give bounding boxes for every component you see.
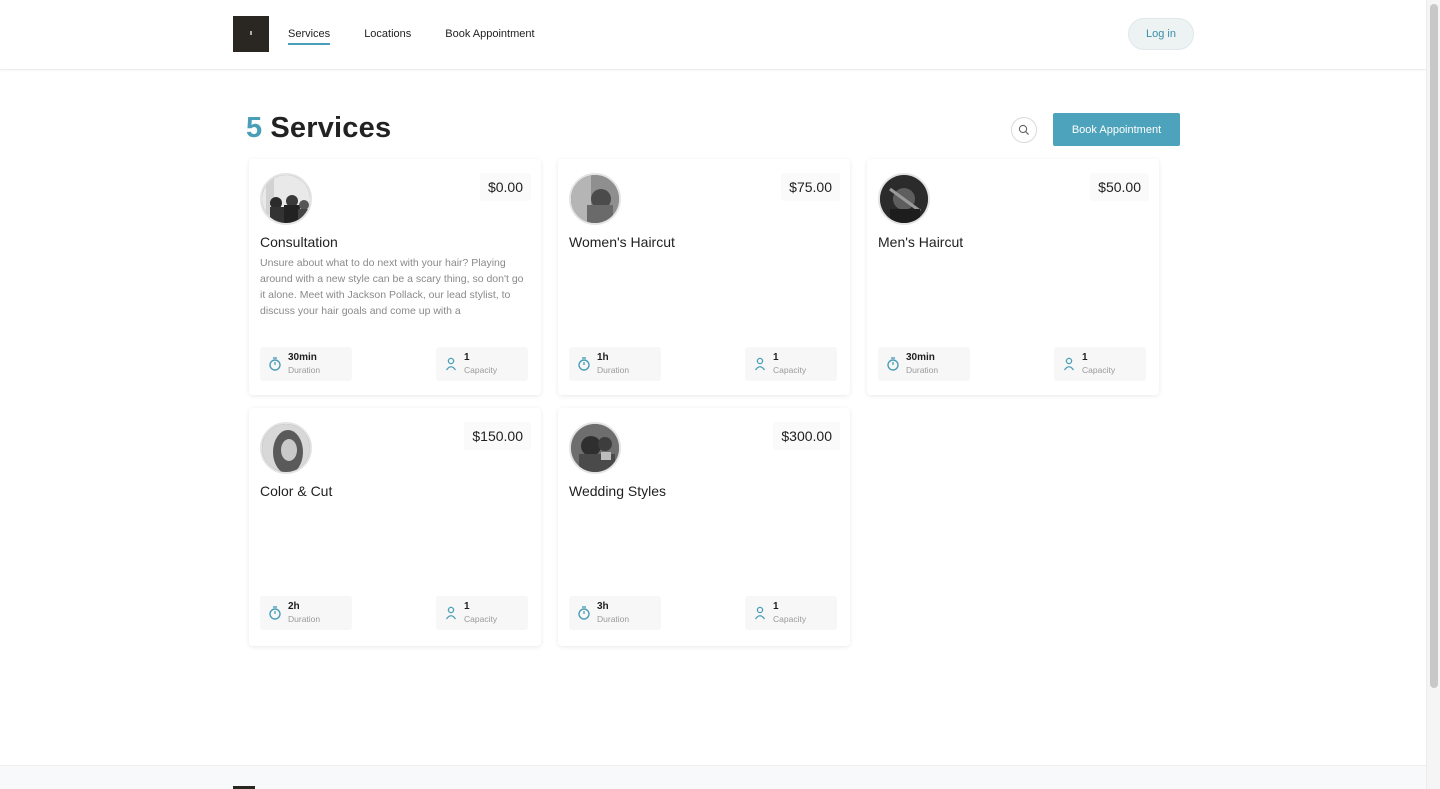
service-avatar — [569, 173, 621, 225]
search-button[interactable] — [1011, 117, 1037, 143]
capacity-label: Capacity — [773, 365, 807, 375]
page-title: 5 Services — [246, 112, 391, 145]
nav-item-locations[interactable]: Locations — [364, 27, 411, 45]
duration-label: Duration — [597, 365, 630, 375]
stopwatch-icon — [578, 357, 590, 371]
capacity-stat: 1 Capacity — [436, 596, 528, 630]
service-description: Unsure about what to do next with your h… — [260, 257, 524, 317]
footer — [0, 765, 1426, 789]
duration-stat: 2h Duration — [260, 596, 352, 630]
service-price: $75.00 — [781, 173, 840, 201]
page: Services Locations Book Appointment Log … — [0, 0, 1440, 789]
duration-stat: 1h Duration — [569, 347, 661, 381]
person-icon — [754, 357, 766, 371]
capacity-value: 1 — [773, 352, 779, 363]
page-title-text: Services — [270, 112, 392, 144]
stopwatch-icon — [578, 606, 590, 620]
logo-mark — [250, 31, 252, 35]
capacity-stat: 1 Capacity — [745, 596, 837, 630]
brand-logo[interactable] — [233, 16, 269, 52]
capacity-value: 1 — [464, 352, 470, 363]
top-navigation-bar: Services Locations Book Appointment Log … — [0, 0, 1426, 70]
duration-label: Duration — [906, 365, 939, 375]
stopwatch-icon — [269, 606, 281, 620]
nav-item-services[interactable]: Services — [288, 27, 331, 45]
service-avatar — [569, 422, 621, 474]
capacity-stat: 1 Capacity — [436, 347, 528, 381]
capacity-value: 1 — [773, 601, 779, 612]
duration-value: 2h — [288, 601, 300, 612]
service-price: $0.00 — [479, 173, 531, 201]
service-card-womens-haircut[interactable]: $75.00 Women's Haircut 1h Duration 1 Cap… — [558, 159, 850, 395]
nav-item-book-appointment[interactable]: Book Appointment — [445, 27, 534, 45]
service-avatar — [260, 173, 312, 225]
vertical-scrollbar[interactable] — [1426, 0, 1440, 789]
service-card-mens-haircut[interactable]: $50.00 Men's Haircut 30min Duration 1 Ca… — [867, 159, 1159, 395]
person-icon — [445, 357, 457, 371]
service-card-consultation[interactable]: $0.00 Consultation Unsure about what to … — [249, 159, 541, 395]
person-icon — [445, 606, 457, 620]
duration-label: Duration — [288, 614, 321, 624]
stopwatch-icon — [887, 357, 899, 371]
service-price: $150.00 — [464, 422, 531, 450]
capacity-stat: 1 Capacity — [745, 347, 837, 381]
duration-label: Duration — [288, 365, 321, 375]
duration-stat: 30min Duration — [878, 347, 970, 381]
duration-stat: 30min Duration — [260, 347, 352, 381]
service-name: Men's Haircut — [878, 234, 964, 250]
scrollbar-thumb[interactable] — [1430, 4, 1438, 688]
capacity-value: 1 — [464, 601, 470, 612]
person-icon — [754, 606, 766, 620]
capacity-label: Capacity — [773, 614, 807, 624]
capacity-value: 1 — [1082, 352, 1088, 363]
main-nav: Services Locations Book Appointment — [288, 27, 569, 45]
service-card-color-cut[interactable]: $150.00 Color & Cut 2h Duration 1 Capaci… — [249, 408, 541, 646]
service-card-wedding-styles[interactable]: $300.00 Wedding Styles 3h Duration 1 Cap… — [558, 408, 850, 646]
book-appointment-button[interactable]: Book Appointment — [1053, 113, 1180, 146]
service-price: $50.00 — [1090, 173, 1149, 201]
service-name: Wedding Styles — [569, 483, 667, 499]
duration-value: 30min — [288, 352, 317, 363]
service-name: Consultation — [260, 234, 338, 250]
duration-label: Duration — [597, 614, 630, 624]
duration-value: 30min — [906, 352, 935, 363]
login-button[interactable]: Log in — [1128, 18, 1194, 50]
service-name: Women's Haircut — [569, 234, 675, 250]
capacity-stat: 1 Capacity — [1054, 347, 1146, 381]
capacity-label: Capacity — [1082, 365, 1116, 375]
stopwatch-icon — [269, 357, 281, 371]
service-avatar — [260, 422, 312, 474]
duration-stat: 3h Duration — [569, 596, 661, 630]
service-price: $300.00 — [773, 422, 840, 450]
duration-value: 3h — [597, 601, 609, 612]
service-name: Color & Cut — [260, 483, 333, 499]
service-avatar — [878, 173, 930, 225]
person-icon — [1063, 357, 1075, 371]
capacity-label: Capacity — [464, 365, 498, 375]
duration-value: 1h — [597, 352, 609, 363]
search-icon — [1018, 124, 1030, 136]
services-count: 5 — [246, 112, 263, 144]
capacity-label: Capacity — [464, 614, 498, 624]
